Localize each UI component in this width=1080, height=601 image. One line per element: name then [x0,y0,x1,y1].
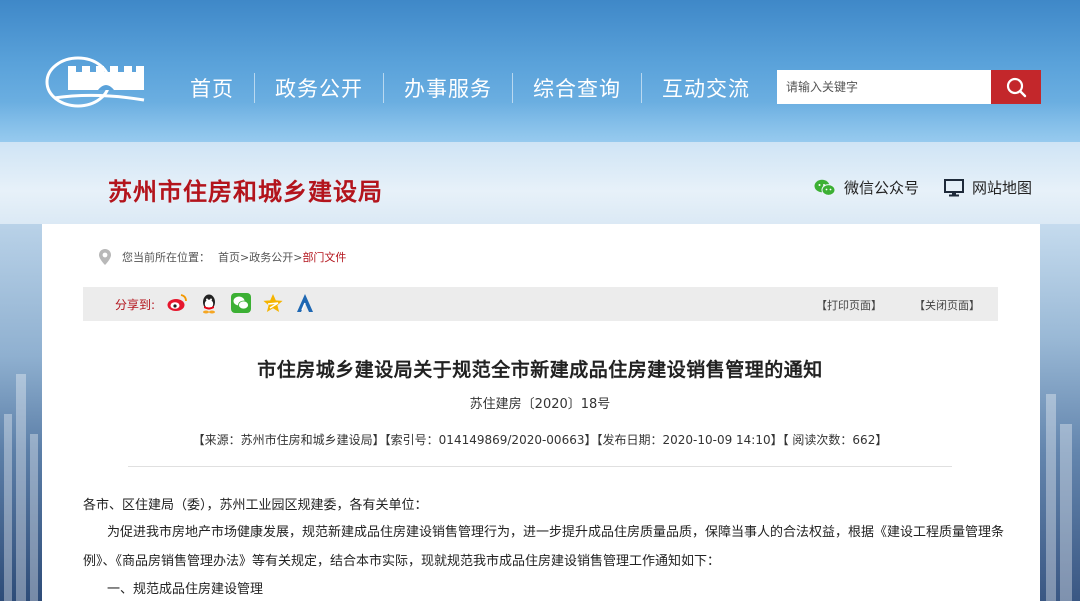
article-meta: 【来源：苏州市住房和城乡建设局】【索引号：014149869/2020-0066… [192,433,888,447]
share-label: 分享到: [115,298,156,312]
monitor-icon [944,178,964,196]
qq-icon[interactable] [198,292,220,314]
document-number: 苏住建房〔2020〕18号 [469,397,611,412]
search-button[interactable] [991,70,1041,104]
nav-item-government-affairs[interactable]: 政务公开 [255,73,383,103]
renren-icon[interactable] [294,292,316,314]
breadcrumb-prefix: 您当前所在位置： [122,251,210,264]
nav-item-home[interactable]: 首页 [170,73,254,103]
city-backdrop-left [0,224,42,601]
section-heading: 一、规范成品住房建设管理 [107,582,264,597]
breadcrumb-home[interactable]: 首页 [218,249,240,265]
search-input[interactable] [777,70,991,104]
article-title: 市住房城乡建设局关于规范全市新建成品住房建设销售管理的通知 [257,359,823,381]
top-navigation-bar: 首页 政务公开 办事服务 综合查询 互动交流 [0,0,1080,142]
nav-item-query[interactable]: 综合查询 [513,73,641,103]
wechat-label: 微信公众号 [844,179,920,197]
wechat-icon [814,179,836,196]
breadcrumb-section[interactable]: 政务公开 [249,249,293,265]
logo-icon[interactable] [44,56,148,112]
sitemap-label: 网站地图 [972,179,1033,197]
divider [128,466,952,467]
breadcrumb: 您当前所在位置： 首页 > 政务公开 > 部门文件 [98,248,346,266]
paragraph-line: 为促进我市房地产市场健康发展，规范新建成品住房建设销售管理行为，进一步提升成品住… [107,525,1005,540]
city-backdrop-right [1040,224,1080,601]
breadcrumb-separator: > [240,250,250,264]
search-icon [1006,77,1027,98]
breadcrumb-current[interactable]: 部门文件 [302,249,346,265]
wechat-icon[interactable] [230,292,252,314]
close-page-link[interactable]: 【关闭页面】 [914,297,980,313]
nav-item-interaction[interactable]: 互动交流 [642,73,770,103]
weibo-icon[interactable] [166,292,188,314]
location-pin-icon [99,249,111,265]
print-page-link[interactable]: 【打印页面】 [816,297,882,313]
search-box [777,70,1041,104]
breadcrumb-separator: > [293,250,303,264]
site-title: 苏州市住房和城乡建设局 [108,177,383,206]
main-nav: 首页 政务公开 办事服务 综合查询 互动交流 [170,71,770,105]
paragraph-line: 例》、《商品房销售管理办法》等有关规定，结合本市实际，现就规范我市成品住房建设销… [83,554,721,569]
wechat-account-link[interactable]: 微信公众号 [814,177,919,198]
sitemap-link[interactable]: 网站地图 [944,177,1032,198]
salutation: 各市、区住建局（委），苏州工业园区规建委，各有关单位： [83,498,428,513]
nav-item-services[interactable]: 办事服务 [384,73,512,103]
qzone-icon[interactable] [262,292,284,314]
